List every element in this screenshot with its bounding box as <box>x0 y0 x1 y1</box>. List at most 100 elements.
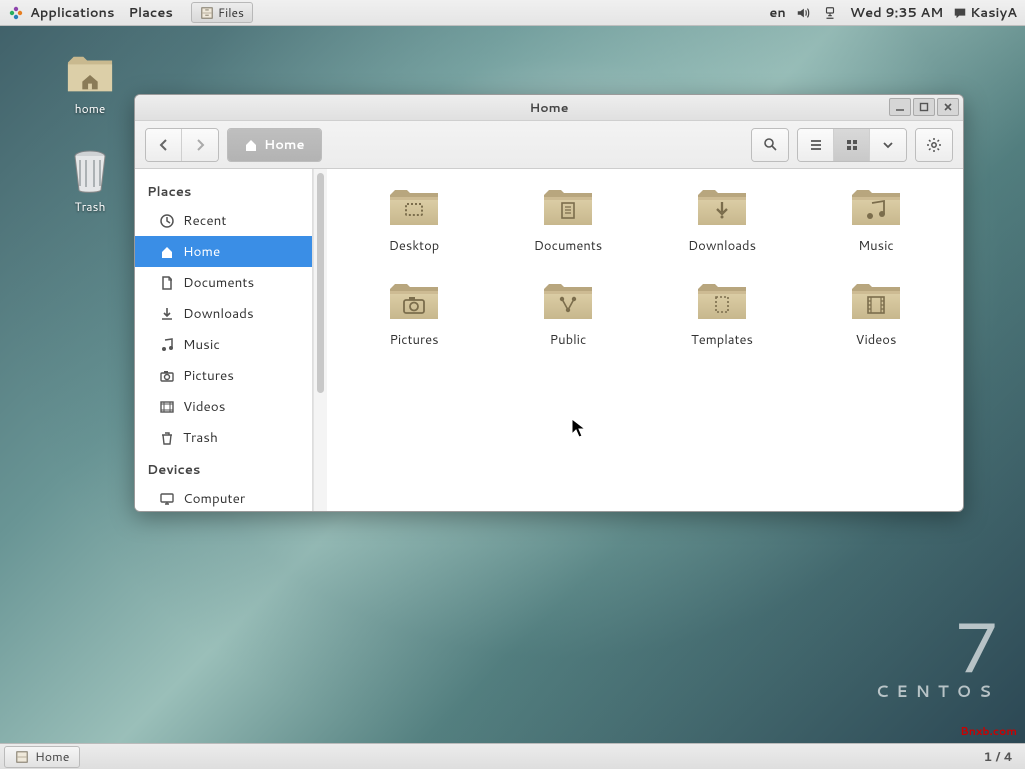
sidebar-item-label: Videos <box>183 397 225 416</box>
search-button[interactable] <box>752 129 788 161</box>
folder-home-icon <box>66 52 114 96</box>
sidebar-item-recent[interactable]: Recent <box>135 205 312 236</box>
bottom-task-label: Home <box>35 748 69 766</box>
folder-icon <box>694 185 750 231</box>
sidebar-item-label: Pictures <box>183 366 234 385</box>
sidebar-item-label: Home <box>183 242 220 261</box>
desktop-trash-icon[interactable]: Trash <box>50 150 130 215</box>
search-icon <box>763 137 778 152</box>
volume-icon[interactable] <box>796 6 813 20</box>
sidebar-item-documents[interactable]: Documents <box>135 267 312 298</box>
desktop-home-label: home <box>50 100 130 117</box>
folder-label: Music <box>809 237 943 255</box>
window-title: Home <box>530 99 569 117</box>
folder-label: Templates <box>655 331 789 349</box>
sidebar-item-label: Documents <box>183 273 254 292</box>
folder-documents[interactable]: Documents <box>501 185 635 269</box>
sidebar-item-label: Music <box>183 335 220 354</box>
sidebar-item-label: Downloads <box>183 304 254 323</box>
forward-button[interactable] <box>182 129 218 161</box>
network-icon[interactable] <box>823 6 840 20</box>
chevron-down-icon <box>882 139 894 151</box>
distro-logo-icon <box>8 5 24 21</box>
files-taskbar-button[interactable]: Files <box>191 2 253 23</box>
clock[interactable]: Wed 9:35 AM <box>850 4 943 22</box>
folder-label: Public <box>501 331 635 349</box>
desktop-trash-label: Trash <box>50 198 130 215</box>
sidebar-item-videos[interactable]: Videos <box>135 391 312 422</box>
video-icon <box>159 399 175 415</box>
sidebar-item-pictures[interactable]: Pictures <box>135 360 312 391</box>
computer-icon <box>159 491 175 507</box>
file-manager-window: Home Home Places RecentHomeDo <box>134 94 964 512</box>
toolbar: Home <box>135 121 963 169</box>
os-name: CENTOS <box>876 680 999 703</box>
desktop-home-icon[interactable]: home <box>50 52 130 117</box>
folder-icon <box>848 279 904 325</box>
music-icon <box>159 337 175 353</box>
applications-menu[interactable]: Applications <box>30 4 114 22</box>
sidebar-item-label: Trash <box>183 428 218 447</box>
gear-icon <box>926 137 942 153</box>
grid-view-button[interactable] <box>834 129 870 161</box>
file-cabinet-icon <box>200 6 214 20</box>
scrollbar-thumb[interactable] <box>317 173 324 393</box>
folder-videos[interactable]: Videos <box>809 279 943 363</box>
top-panel: Applications Places Files en Wed 9:35 AM… <box>0 0 1025 26</box>
file-cabinet-icon <box>15 750 29 764</box>
chat-icon <box>953 6 967 20</box>
keyboard-layout-indicator[interactable]: en <box>769 4 785 22</box>
sidebar-scrollbar[interactable] <box>313 169 327 511</box>
sidebar-item-home[interactable]: Home <box>135 236 312 267</box>
folder-label: Downloads <box>655 237 789 255</box>
home-icon <box>244 138 258 152</box>
folder-music[interactable]: Music <box>809 185 943 269</box>
camera-icon <box>159 368 175 384</box>
folder-icon <box>386 185 442 231</box>
folder-downloads[interactable]: Downloads <box>655 185 789 269</box>
sidebar-item-downloads[interactable]: Downloads <box>135 298 312 329</box>
path-home-button[interactable]: Home <box>228 129 321 161</box>
folder-public[interactable]: Public <box>501 279 635 363</box>
folder-icon <box>540 185 596 231</box>
close-button[interactable] <box>937 98 959 116</box>
download-icon <box>159 306 175 322</box>
sidebar-item-label: Computer <box>183 489 245 508</box>
settings-button[interactable] <box>916 129 952 161</box>
folder-label: Pictures <box>347 331 481 349</box>
window-titlebar[interactable]: Home <box>135 95 963 121</box>
folder-pictures[interactable]: Pictures <box>347 279 481 363</box>
sidebar-item-computer[interactable]: Computer <box>135 483 312 511</box>
folder-icon <box>386 279 442 325</box>
sidebar-item-label: Recent <box>183 211 226 230</box>
list-view-button[interactable] <box>798 129 834 161</box>
trash-icon <box>159 430 175 446</box>
folder-icon <box>848 185 904 231</box>
folder-icon <box>694 279 750 325</box>
folder-label: Videos <box>809 331 943 349</box>
sidebar-item-music[interactable]: Music <box>135 329 312 360</box>
sidebar: Places Recent Home Documents Downloads Music… <box>135 169 313 511</box>
workspace-indicator[interactable]: 1 / 4 <box>973 748 1023 766</box>
folder-icon <box>540 279 596 325</box>
files-task-label: Files <box>218 4 244 21</box>
places-menu[interactable]: Places <box>128 4 172 22</box>
sidebar-item-trash[interactable]: Trash <box>135 422 312 453</box>
places-header: Places <box>135 175 312 205</box>
document-icon <box>159 275 175 291</box>
bottom-task-home[interactable]: Home <box>4 746 80 768</box>
user-label: KasiyA <box>970 4 1017 22</box>
folder-desktop[interactable]: Desktop <box>347 185 481 269</box>
os-version: 7 <box>876 621 999 670</box>
minimize-button[interactable] <box>889 98 911 116</box>
list-icon <box>809 138 823 152</box>
user-menu[interactable]: KasiyA <box>953 4 1017 22</box>
back-button[interactable] <box>146 129 182 161</box>
devices-header: Devices <box>135 453 312 483</box>
folder-templates[interactable]: Templates <box>655 279 789 363</box>
view-buttons <box>797 128 907 162</box>
path-label: Home <box>264 136 305 154</box>
trash-icon <box>66 150 114 194</box>
view-options-button[interactable] <box>870 129 906 161</box>
maximize-button[interactable] <box>913 98 935 116</box>
